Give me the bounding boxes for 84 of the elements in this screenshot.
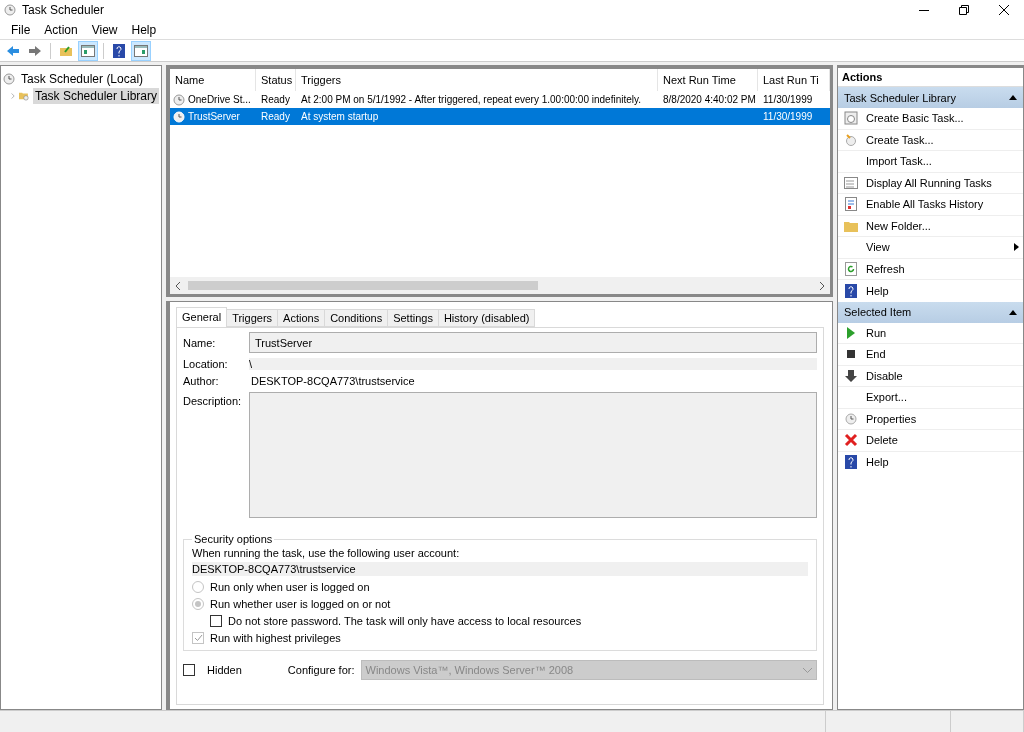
field-label: Author: xyxy=(183,375,220,387)
help-icon xyxy=(845,283,857,298)
tab[interactable]: Conditions xyxy=(324,309,389,327)
table-cell: 8/8/2020 4:40:02 PM xyxy=(663,94,756,105)
panel-icon xyxy=(134,44,148,57)
close-icon xyxy=(844,433,858,448)
document-list-icon xyxy=(845,197,857,212)
option-label: Run with highest privileges xyxy=(210,632,341,644)
clock-icon xyxy=(173,93,185,106)
account-prompt: When running the task, use the following user account: xyxy=(192,547,461,559)
table-cell: TrustServer xyxy=(188,111,240,122)
option-label: Hidden xyxy=(207,664,242,676)
field-label: Description: xyxy=(183,394,243,407)
section-header[interactable]: Task Scheduler Library xyxy=(838,87,1023,108)
table-cell: Ready xyxy=(261,94,290,105)
clock-icon xyxy=(173,110,185,123)
clock-icon xyxy=(3,72,15,85)
window-title: Task Scheduler xyxy=(22,3,106,17)
menu-item[interactable]: View xyxy=(84,22,125,37)
calendar-clock-icon xyxy=(844,111,858,126)
radio-button[interactable] xyxy=(192,598,204,610)
refresh-icon xyxy=(845,261,857,276)
scroll-left-icon xyxy=(175,281,181,290)
menu-item[interactable]: File xyxy=(4,22,38,37)
table-cell: 11/30/1999 xyxy=(763,94,813,105)
task-command[interactable]: Enable All Tasks History xyxy=(838,194,1023,216)
horizontal-scrollbar[interactable] xyxy=(170,277,830,294)
group-title: Security options xyxy=(193,533,274,545)
option-label: Run only when user is logged on xyxy=(210,581,370,593)
folder-icon xyxy=(844,219,858,232)
tree-item[interactable]: Task Scheduler (Local) xyxy=(19,70,146,87)
field-label: Name: xyxy=(183,336,217,349)
dropdown-chevron-icon xyxy=(803,667,812,673)
tab[interactable]: Actions xyxy=(277,309,326,327)
back-arrow-icon xyxy=(6,44,20,57)
radio-button[interactable] xyxy=(192,581,204,593)
close-icon xyxy=(999,5,1009,15)
tab[interactable]: Settings xyxy=(387,309,439,327)
table-cell: 11/30/1999 xyxy=(763,111,813,122)
menu-item[interactable]: Action xyxy=(37,22,85,37)
down-arrow-icon xyxy=(845,369,857,382)
tree-item[interactable]: Task Scheduler Library xyxy=(32,87,159,104)
collapse-caret-icon xyxy=(1009,95,1017,100)
restore-icon xyxy=(959,5,969,15)
help-icon xyxy=(845,455,857,470)
checkbox[interactable] xyxy=(210,615,222,627)
clock-icon xyxy=(845,133,857,146)
clock-icon xyxy=(4,4,16,16)
table-cell: OneDrive St... xyxy=(188,94,251,105)
folder-up-icon xyxy=(59,44,73,57)
collapse-caret-icon xyxy=(1009,309,1017,315)
panel-icon xyxy=(81,44,95,57)
checkbox[interactable] xyxy=(183,664,195,676)
table-cell: Ready xyxy=(261,111,290,122)
minimize-icon xyxy=(919,9,929,11)
tab[interactable]: Triggers xyxy=(226,309,279,327)
name-field[interactable]: TrustServer xyxy=(249,332,817,353)
table-cell: At system startup xyxy=(301,111,379,122)
toolbar-button[interactable] xyxy=(131,40,151,61)
tab[interactable]: General xyxy=(176,307,228,327)
author-value: DESKTOP-8CQA773\trustservice xyxy=(250,375,415,387)
section-header[interactable]: Selected Item xyxy=(838,301,1023,323)
option-label: Run whether user is logged on or not xyxy=(210,598,391,610)
toolbar-button[interactable] xyxy=(78,40,98,61)
location-field: \ xyxy=(249,358,817,370)
option-label: Do not store password. The task will only have access to local resources xyxy=(228,615,582,627)
forward-arrow-icon xyxy=(28,44,42,57)
task-command[interactable]: Create Basic Task... xyxy=(838,108,1023,130)
field-label: Location: xyxy=(183,358,229,370)
list-window-icon xyxy=(844,176,858,189)
expand-chevron-icon[interactable] xyxy=(11,91,15,100)
clock-icon xyxy=(845,412,857,425)
table-cell: At 2:00 PM on 5/1/1992 - After triggered, repeat every 1.00:00:00 indefinitely. xyxy=(301,94,642,105)
description-field[interactable] xyxy=(249,392,817,518)
tab[interactable]: History (disabled) xyxy=(437,309,536,327)
stop-icon xyxy=(847,350,855,359)
help-icon xyxy=(113,43,125,58)
field-label: Configure for: xyxy=(287,664,355,676)
play-icon xyxy=(846,326,856,339)
scroll-right-icon xyxy=(819,281,825,290)
menu-item[interactable]: Help xyxy=(124,22,164,37)
scrollbar-thumb[interactable] xyxy=(188,281,538,290)
account-field: DESKTOP-8CQA773\trustservice xyxy=(192,562,808,576)
task-row[interactable]: TrustServer Ready At system startup 11/30/1999 xyxy=(170,108,830,125)
